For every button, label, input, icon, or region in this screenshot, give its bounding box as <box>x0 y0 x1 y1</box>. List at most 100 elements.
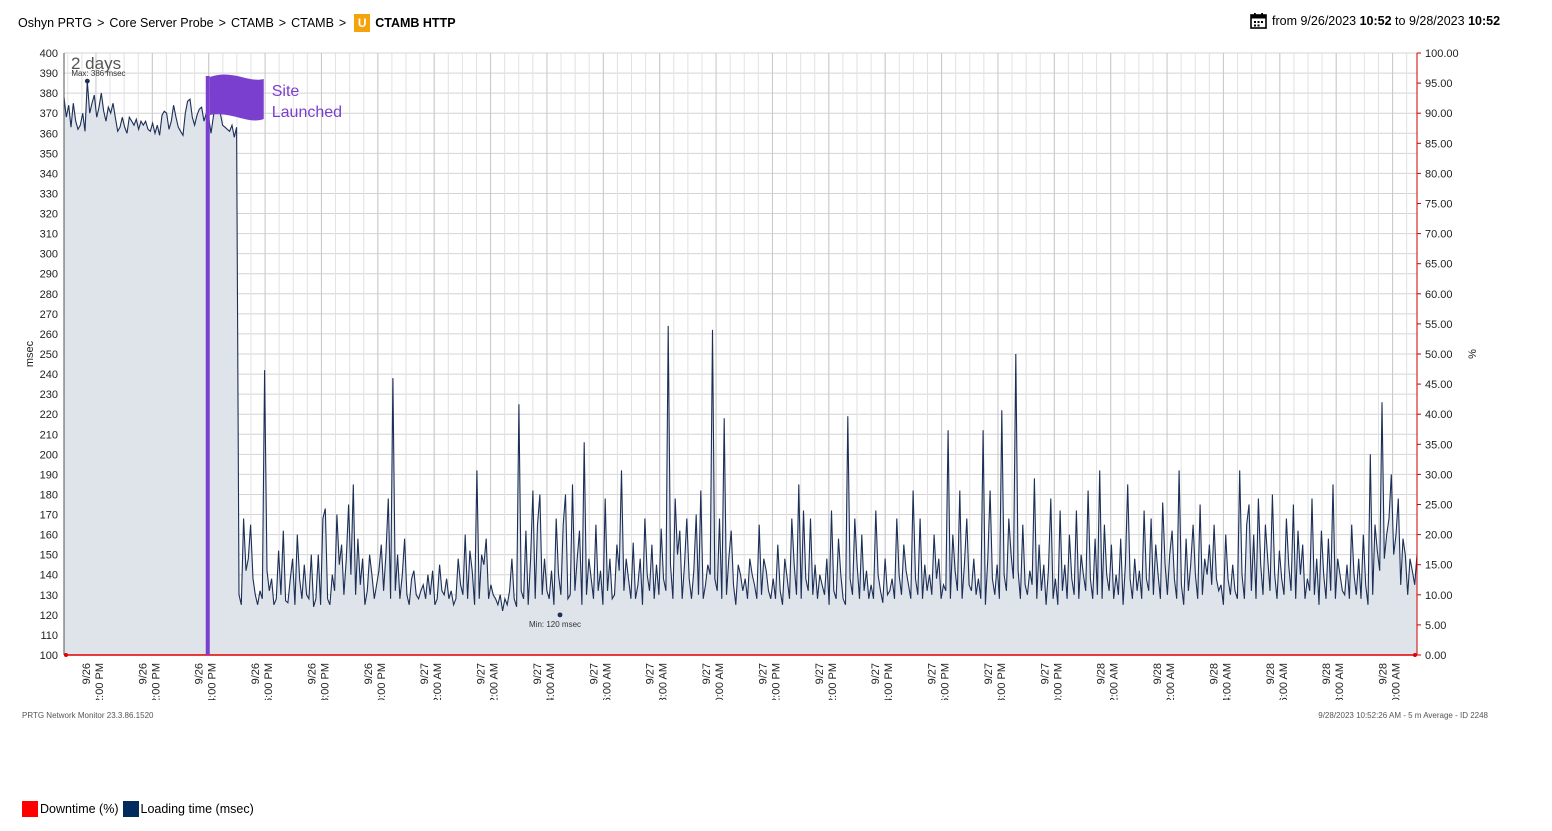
y-tick-label-left: 360 <box>40 128 58 140</box>
chart-legend: Downtime (%) Loading time (msec) <box>22 801 258 817</box>
y-tick-label-left: 310 <box>40 229 58 241</box>
x-tick-label-date: 9/27 <box>983 663 995 684</box>
y-axis-label-right: % <box>1467 349 1479 359</box>
y-tick-label-left: 300 <box>40 249 58 261</box>
launch-label-line2: Launched <box>272 104 342 121</box>
x-tick-label-date: 9/27 <box>476 663 488 684</box>
x-tick-label-time: 8:00 AM <box>1334 663 1346 700</box>
x-tick-label-time: 10:00 AM <box>1391 663 1403 700</box>
y-tick-label-left: 260 <box>40 329 58 341</box>
x-tick-label-date: 9/27 <box>1039 663 1051 684</box>
y-tick-label-left: 210 <box>40 429 58 441</box>
y-tick-label-right: 25.00 <box>1425 500 1453 512</box>
y-tick-label-right: 85.00 <box>1425 138 1453 150</box>
max-label: Max: 386 msec <box>71 69 125 78</box>
legend-label-downtime: Downtime (%) <box>40 802 119 816</box>
x-tick-label-time: 2:00 PM <box>827 663 839 700</box>
y-tick-label-right: 75.00 <box>1425 199 1453 211</box>
x-tick-label-time: 6:00 PM <box>263 663 275 700</box>
y-tick-label-left: 320 <box>40 209 58 221</box>
x-tick-label-date: 9/27 <box>701 663 713 684</box>
x-tick-label-time: 10:00 AM <box>714 663 726 700</box>
y-tick-label-left: 330 <box>40 188 58 200</box>
legend-swatch-loading-time <box>122 801 139 817</box>
launch-label-line1: Site <box>272 83 300 100</box>
y-tick-label-right: 15.00 <box>1425 560 1453 572</box>
x-tick-label-date: 9/28 <box>1265 663 1277 684</box>
y-tick-label-right: 30.00 <box>1425 469 1453 481</box>
y-tick-label-left: 190 <box>40 469 58 481</box>
y-tick-label-left: 110 <box>40 630 58 642</box>
y-tick-label-right: 65.00 <box>1425 259 1453 271</box>
x-tick-label-time: 8:00 AM <box>658 663 670 700</box>
y-axis-label-left: msec <box>24 340 36 367</box>
x-tick-label-time: 2:00 AM <box>489 663 501 700</box>
x-tick-label-time: 10:00 PM <box>1052 663 1064 700</box>
x-tick-label-date: 9/27 <box>645 663 657 684</box>
y-tick-label-right: 45.00 <box>1425 379 1453 391</box>
x-tick-label-date: 9/26 <box>306 663 318 684</box>
y-tick-label-left: 290 <box>40 269 58 281</box>
x-tick-label-time: 4:00 PM <box>883 663 895 700</box>
y-tick-label-left: 200 <box>40 449 58 461</box>
x-tick-label-date: 9/27 <box>419 663 431 684</box>
x-tick-label-date: 9/26 <box>137 663 149 684</box>
x-tick-label-time: 12:00 PM <box>94 663 106 700</box>
downtime-point <box>1413 653 1417 657</box>
prtg-version: PRTG Network Monitor 23.3.86.1520 <box>22 711 154 720</box>
x-tick-label-date: 9/26 <box>194 663 206 684</box>
y-tick-label-left: 340 <box>40 168 58 180</box>
x-tick-label-date: 9/27 <box>927 663 939 684</box>
legend-item-downtime[interactable]: Downtime (%) <box>22 801 119 817</box>
x-tick-label-time: 12:00 PM <box>770 663 782 700</box>
y-tick-label-right: 55.00 <box>1425 319 1453 331</box>
y-tick-label-right: 10.00 <box>1425 590 1453 602</box>
y-tick-label-left: 370 <box>40 108 58 120</box>
x-tick-label-time: 12:00 AM <box>1109 663 1121 700</box>
x-tick-label-time: 6:00 PM <box>940 663 952 700</box>
x-tick-label-date: 9/27 <box>814 663 826 684</box>
y-tick-label-right: 100.00 <box>1425 48 1459 60</box>
x-tick-label-date: 9/28 <box>1321 663 1333 684</box>
x-tick-label-time: 8:00 PM <box>996 663 1008 700</box>
x-tick-label-date: 9/27 <box>532 663 544 684</box>
y-tick-label-right: 80.00 <box>1425 168 1453 180</box>
x-tick-label-date: 9/27 <box>757 663 769 684</box>
y-tick-label-left: 230 <box>40 389 58 401</box>
x-tick-label-time: 6:00 AM <box>601 663 613 700</box>
y-tick-label-left: 150 <box>40 550 58 562</box>
y-tick-label-left: 280 <box>40 289 58 301</box>
x-tick-label-time: 6:00 AM <box>1278 663 1290 700</box>
x-tick-label-time: 10:00 PM <box>376 663 388 700</box>
legend-swatch-downtime <box>22 801 38 817</box>
x-tick-label-date: 9/26 <box>81 663 93 684</box>
y-tick-label-left: 100 <box>40 650 58 662</box>
y-tick-label-right: 5.00 <box>1425 620 1446 632</box>
y-tick-label-left: 350 <box>40 148 58 160</box>
x-tick-label-time: 8:00 PM <box>319 663 331 700</box>
y-tick-label-right: 90.00 <box>1425 108 1453 120</box>
legend-item-loading-time[interactable]: Loading time (msec) <box>122 801 254 817</box>
y-tick-label-left: 140 <box>40 570 58 582</box>
loading-time-chart: 100 110 120 130 140 150 160 170 180 190 200 210 220 2… <box>24 48 1479 700</box>
launch-flag-icon <box>209 74 264 121</box>
y-tick-label-left: 390 <box>40 68 58 80</box>
y-tick-label-right: 95.00 <box>1425 78 1453 90</box>
y-tick-label-left: 250 <box>40 349 58 361</box>
x-tick-label-date: 9/27 <box>588 663 600 684</box>
y-tick-label-left: 170 <box>40 510 58 522</box>
x-tick-label-time: 4:00 AM <box>545 663 557 700</box>
y-tick-label-left: 130 <box>40 590 58 602</box>
x-tick-label-date: 9/27 <box>870 663 882 684</box>
x-tick-label-date: 9/26 <box>250 663 262 684</box>
y-tick-label-left: 240 <box>40 369 58 381</box>
x-tick-label-time: 4:00 AM <box>1221 663 1233 700</box>
y-tick-label-left: 400 <box>40 48 58 60</box>
max-marker <box>84 78 90 84</box>
launch-marker-line <box>205 76 210 655</box>
min-label: Min: 120 msec <box>529 620 581 629</box>
x-tick-label-date: 9/26 <box>363 663 375 684</box>
x-tick-label-date: 9/28 <box>1096 663 1108 684</box>
x-tick-label-time: 4:00 PM <box>207 663 219 700</box>
y-tick-label-left: 270 <box>40 309 58 321</box>
